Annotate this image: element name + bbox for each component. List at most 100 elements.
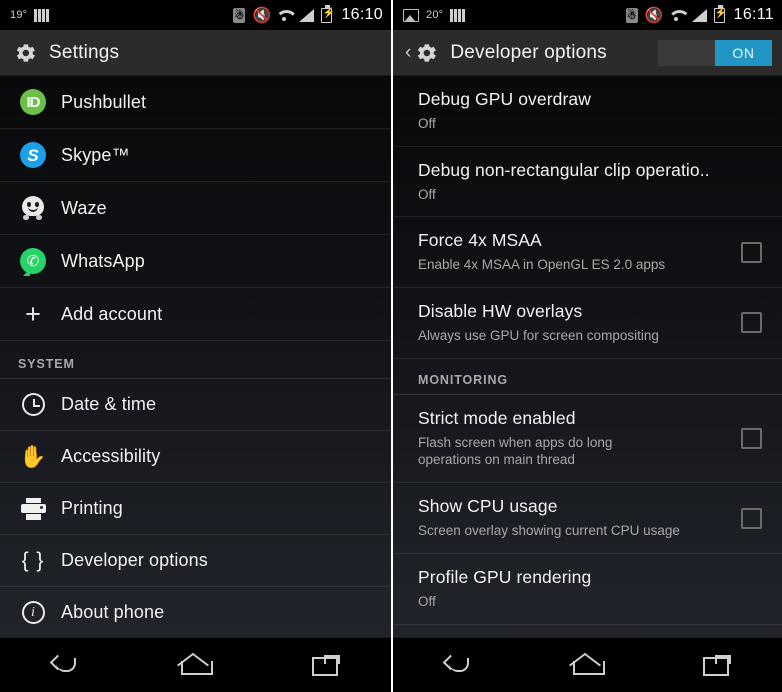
checkbox-cell[interactable] <box>720 428 782 449</box>
signal-icon <box>691 8 707 22</box>
gear-icon <box>12 40 38 66</box>
signal-icon <box>299 8 315 22</box>
list-item-developer-options[interactable]: { } Developer options <box>0 535 391 587</box>
list-item-about-phone[interactable]: i About phone <box>0 587 391 637</box>
checkbox[interactable] <box>740 428 762 449</box>
pushbullet-glyph: ID <box>26 93 41 111</box>
waze-icon <box>18 196 48 220</box>
section-header-monitoring: MONITORING <box>393 359 782 395</box>
checkbox-cell[interactable] <box>720 312 782 334</box>
toggle-knob-label: ON <box>715 39 772 66</box>
list-item-label: Skype™ <box>61 144 130 165</box>
checkbox[interactable] <box>740 507 762 529</box>
photo-icon <box>403 8 419 22</box>
back-button[interactable] <box>423 645 493 685</box>
option-strict-mode-enabled[interactable]: Strict mode enabled Flash screen when ap… <box>393 395 782 484</box>
option-show-cpu-usage[interactable]: Show CPU usage Screen overlay showing cu… <box>393 483 782 554</box>
list-item-label: Accessibility <box>61 446 161 466</box>
recents-icon <box>311 654 340 676</box>
developer-options-toggle[interactable]: ON <box>658 39 772 66</box>
page-title: Settings <box>49 41 120 63</box>
option-text: Disable HW overlays Always use GPU for s… <box>418 301 720 345</box>
list-item-accessibility[interactable]: ✋ Accessibility <box>0 431 391 483</box>
option-disable-hw-overlays[interactable]: Disable HW overlays Always use GPU for s… <box>393 288 782 359</box>
list-item-label: Printing <box>61 498 123 518</box>
home-button[interactable] <box>552 645 622 685</box>
list-item-label: Pushbullet <box>61 91 147 112</box>
back-chevron-icon[interactable]: ‹ <box>405 43 411 62</box>
home-icon <box>573 655 606 675</box>
list-item-whatsapp[interactable]: ✆ WhatsApp <box>0 235 391 288</box>
option-profile-gpu-rendering[interactable]: Profile GPU rendering Off <box>393 554 782 625</box>
wifi-icon <box>668 9 685 22</box>
option-title: Force 4x MSAA <box>418 230 542 251</box>
left-phone-screen: 19° ☃ 🔇 16:10 Settings ID <box>0 0 391 692</box>
section-header-system: SYSTEM <box>0 341 391 379</box>
bluetooth-icon: ☃ <box>233 7 246 23</box>
back-icon <box>52 655 78 675</box>
right-action-bar: ‹ Developer options ON <box>393 30 782 76</box>
home-icon <box>181 655 214 675</box>
battery-icon <box>321 5 333 23</box>
hand-glyph: ✋ <box>19 443 47 469</box>
option-debug-gpu-overdraw[interactable]: Debug GPU overdraw Off <box>393 76 782 147</box>
battery-icon <box>713 5 725 23</box>
list-item-label: Date & time <box>61 394 157 414</box>
checkbox[interactable] <box>740 312 762 334</box>
clock-icon <box>18 393 48 416</box>
option-debug-nonrect-clip[interactable]: Debug non-rectangular clip operatio.. Of… <box>393 147 782 218</box>
right-phone-screen: 20° ☃ 🔇 16:11 ‹ Developer options ON <box>391 0 782 692</box>
recents-button[interactable] <box>291 645 361 685</box>
settings-list[interactable]: ID Pushbullet S Skype™ Waze ✆ WhatsApp +… <box>0 76 391 637</box>
printer-icon <box>18 497 48 520</box>
list-item-label: Waze <box>61 197 107 218</box>
gear-icon <box>413 40 439 66</box>
info-glyph: i <box>21 601 45 624</box>
option-title: Debug GPU overdraw <box>418 89 591 109</box>
plus-icon: + <box>18 300 48 328</box>
left-status-bar: 19° ☃ 🔇 16:10 <box>0 0 391 30</box>
bars-icon <box>450 8 465 22</box>
temperature-label: 20° <box>426 9 444 21</box>
list-item-date-time[interactable]: Date & time <box>0 379 391 431</box>
list-item-printing[interactable]: Printing <box>0 483 391 535</box>
left-navigation-bar[interactable] <box>0 637 391 692</box>
option-force-4x-msaa[interactable]: Force 4x MSAA Enable 4x MSAA in OpenGL E… <box>393 217 782 289</box>
list-item-skype[interactable]: S Skype™ <box>0 129 391 182</box>
home-button[interactable] <box>160 645 230 685</box>
option-summary: Off <box>418 593 436 609</box>
list-item-label: Developer options <box>61 550 208 570</box>
list-item-waze[interactable]: Waze <box>0 182 391 235</box>
option-title: Show CPU usage <box>418 496 558 517</box>
status-left-group: 19° <box>10 8 49 22</box>
option-text: Debug non-rectangular clip operatio.. Of… <box>418 160 782 204</box>
dual-screenshot: 19° ☃ 🔇 16:10 Settings ID <box>0 0 782 692</box>
list-item-pushbullet[interactable]: ID Pushbullet <box>0 76 391 129</box>
developer-options-list[interactable]: Debug GPU overdraw Off Debug non-rectang… <box>393 76 782 637</box>
option-text: Force 4x MSAA Enable 4x MSAA in OpenGL E… <box>418 230 720 274</box>
list-item-add-account[interactable]: + Add account <box>0 288 391 341</box>
braces-glyph: { } <box>21 549 45 572</box>
braces-icon: { } <box>18 550 48 571</box>
checkbox-cell[interactable] <box>720 241 782 263</box>
info-icon: i <box>18 601 48 624</box>
option-summary: Enable 4x MSAA in OpenGL ES 2.0 apps <box>418 257 666 273</box>
option-text: Strict mode enabled Flash screen when ap… <box>418 408 720 470</box>
skype-glyph: S <box>27 145 39 165</box>
whatsapp-glyph: ✆ <box>26 252 40 270</box>
skype-icon: S <box>18 142 48 168</box>
right-navigation-bar[interactable] <box>393 637 782 692</box>
left-action-bar: Settings <box>0 30 391 76</box>
option-summary: Off <box>418 115 436 131</box>
hand-icon: ✋ <box>18 443 48 469</box>
status-right-group: ☃ 🔇 16:10 <box>233 5 383 24</box>
back-button[interactable] <box>30 645 100 685</box>
bluetooth-icon: ☃ <box>625 7 638 23</box>
checkbox[interactable] <box>740 241 762 263</box>
recents-button[interactable] <box>682 645 752 685</box>
list-item-label: Add account <box>61 303 163 324</box>
checkbox-cell[interactable] <box>720 507 782 529</box>
mute-icon: 🔇 <box>252 6 272 24</box>
option-text: Profile GPU rendering Off <box>418 567 782 611</box>
status-right-group: ☃ 🔇 16:11 <box>625 5 774 24</box>
